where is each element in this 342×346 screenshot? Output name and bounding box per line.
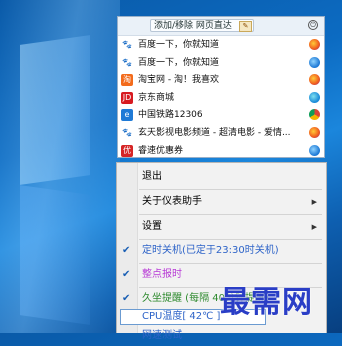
shortcut-label: 睿速优惠券 — [138, 145, 184, 156]
menu-item-speed-test[interactable]: 网速测试 — [117, 326, 326, 346]
menu-item-exit-label: 退出 — [142, 171, 162, 182]
ie-icon — [309, 56, 320, 68]
submenu-arrow-icon: ▶ — [311, 223, 317, 231]
baidu-paw-icon: 🐾 — [122, 127, 132, 137]
web-shortcuts-panel: 添加/移除 网页直达 ✎ ⏻ 🐾 百度一下，你就知道 🐾 百度一下，你就知道淘淘宝网 … — [117, 16, 325, 158]
shortcut-label: 京东商城 — [138, 92, 175, 103]
shortcut-item[interactable]: 淘淘宝网 - 淘！我喜欢 — [118, 71, 324, 89]
menu-item-settings[interactable]: 设置 ▶ — [117, 217, 326, 237]
shortcut-item[interactable]: JD 京东商城 — [118, 89, 324, 107]
desktop-window-pane-top — [20, 35, 90, 185]
coupon-icon: 优 — [121, 144, 133, 157]
menu-item-exit[interactable]: 退出 — [117, 167, 326, 187]
shortcut-item[interactable]: 🐾 百度一下，你就知道 — [118, 54, 324, 72]
pencil-icon: ✎ — [239, 21, 252, 32]
add-remove-shortcuts-button[interactable]: 添加/移除 网页直达 ✎ — [150, 19, 254, 32]
shortcut-label: 百度一下，你就知道 — [138, 40, 220, 50]
menu-item-settings-label: 设置 — [142, 221, 162, 232]
checkmark-icon: ✔ — [122, 269, 131, 280]
add-remove-label: 添加/移除 网页直达 — [154, 21, 232, 31]
ie-icon: e — [121, 109, 133, 122]
ie-icon — [309, 144, 320, 156]
shortcut-label: 中国铁路12306 — [138, 110, 203, 121]
baidu-paw-icon: 🐾 — [122, 40, 132, 49]
shortcuts-header: 添加/移除 网页直达 ✎ ⏻ — [118, 17, 324, 36]
submenu-arrow-icon: ▶ — [311, 198, 317, 206]
desktop-light-beam — [0, 0, 120, 333]
power-icon[interactable]: ⏻ — [308, 20, 318, 30]
desktop-window-pane-bottom — [20, 185, 90, 325]
menu-item-about[interactable]: 关于仪表助手 ▶ — [117, 192, 326, 212]
shortcut-label: 玄天影视电影频道 - 超清电影 - 爱情... — [138, 127, 291, 138]
menu-item-cpu-temp-label: CPU温度[ 42℃ ] — [142, 311, 221, 322]
menu-separator — [139, 263, 322, 264]
menu-separator — [139, 214, 322, 215]
menu-item-about-label: 关于仪表助手 — [142, 196, 202, 207]
menu-separator — [139, 189, 322, 190]
taobao-icon: 淘 — [121, 74, 133, 87]
edge-icon — [309, 91, 320, 103]
shortcut-label: 百度一下，你就知道 — [138, 57, 220, 68]
menu-separator — [139, 239, 322, 240]
jd-icon: JD — [121, 91, 133, 104]
baidu-paw-icon: 🐾 — [122, 57, 132, 67]
shortcut-item[interactable]: 优睿速优惠券 — [118, 142, 324, 160]
menu-item-hourly-chime-label: 整点报时 — [142, 269, 182, 280]
menu-item-speed-test-label: 网速测试 — [142, 330, 182, 341]
firefox-icon — [309, 39, 320, 50]
shortcut-item[interactable]: 🐾 百度一下，你就知道 — [118, 36, 324, 54]
checkmark-icon: ✔ — [122, 245, 131, 256]
chrome-icon — [309, 109, 320, 121]
shortcut-label: 淘宝网 - 淘！我喜欢 — [138, 75, 219, 86]
menu-item-timer-shutdown-label: 定时关机(已定于23:30时关机) — [142, 245, 279, 256]
firefox-icon — [309, 74, 320, 86]
firefox-icon — [309, 126, 320, 138]
shortcut-item[interactable]: e 中国铁路12306 — [118, 106, 324, 124]
menu-item-timer-shutdown[interactable]: ✔ 定时关机(已定于23:30时关机) — [117, 241, 326, 261]
checkmark-icon: ✔ — [122, 293, 131, 304]
watermark: 最需网 — [220, 285, 313, 320]
shortcut-item[interactable]: 🐾 玄天影视电影频道 - 超清电影 - 爱情... — [118, 124, 324, 142]
